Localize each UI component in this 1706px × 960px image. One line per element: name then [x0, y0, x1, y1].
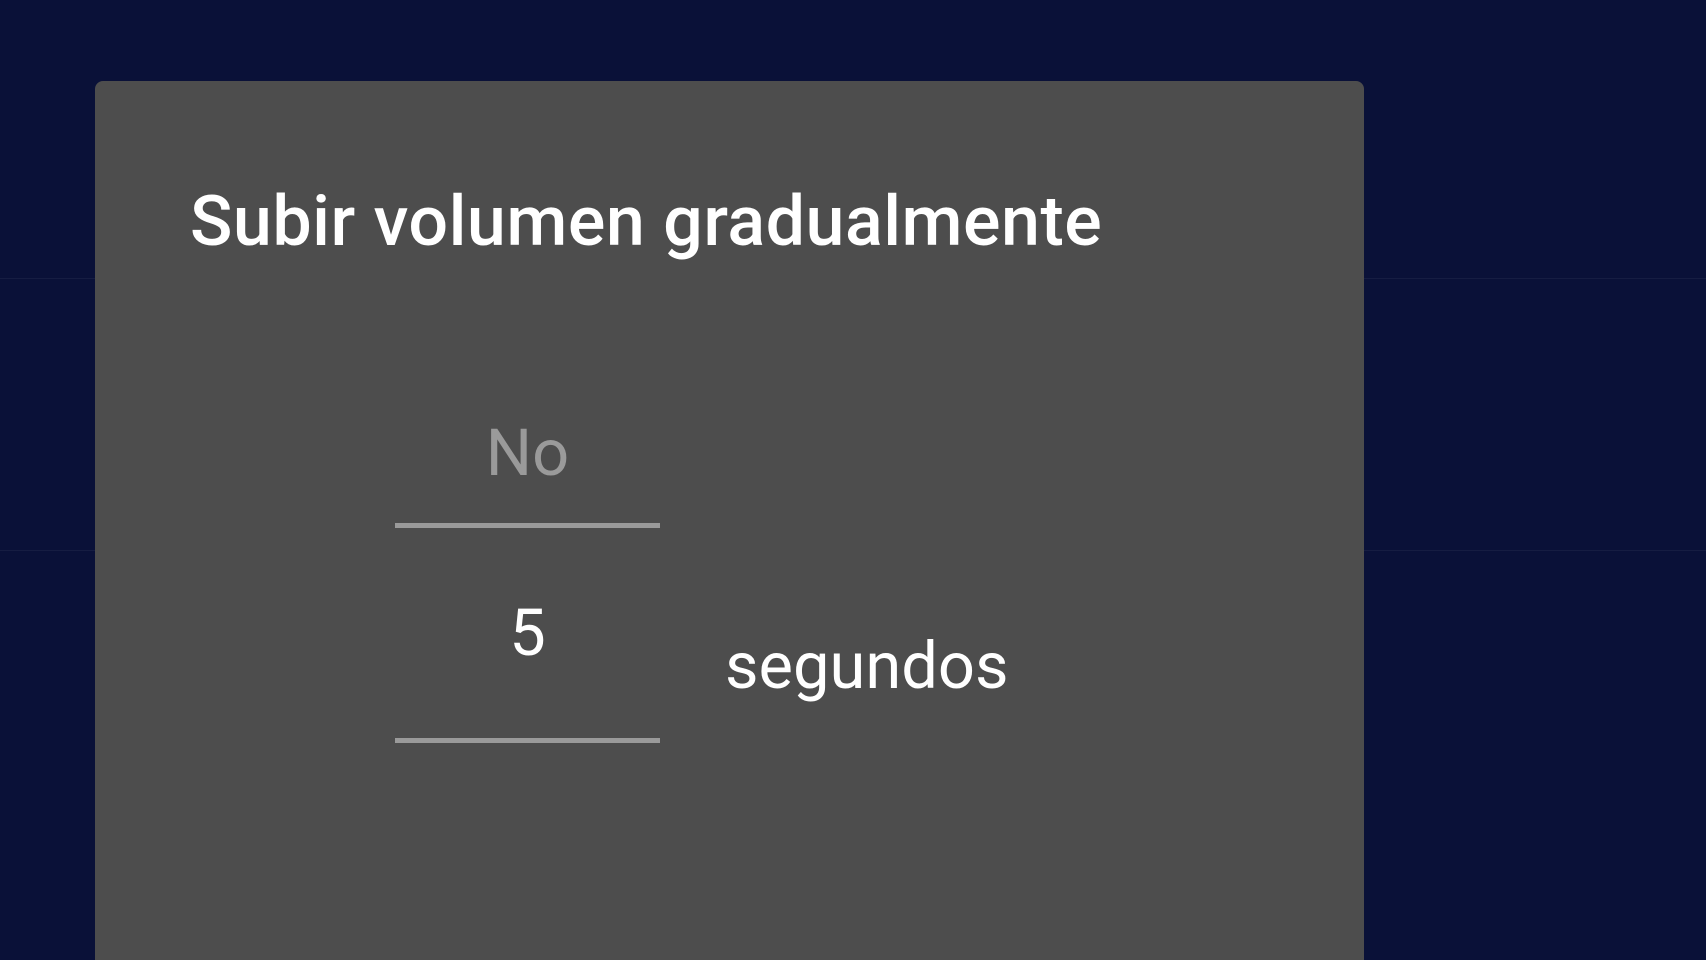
picker-previous-option[interactable]: No	[486, 383, 569, 523]
unit-label: segundos	[725, 628, 1009, 704]
volume-fade-dialog: Subir volumen gradualmente No 5 segundos	[95, 81, 1364, 960]
picker-selected-value[interactable]: 5	[509, 528, 546, 738]
dialog-title: Subir volumen gradualmente	[190, 181, 1269, 263]
picker-divider-bottom	[395, 738, 660, 743]
picker-container: No 5 segundos	[395, 383, 1269, 883]
duration-picker[interactable]: No 5	[395, 383, 660, 883]
